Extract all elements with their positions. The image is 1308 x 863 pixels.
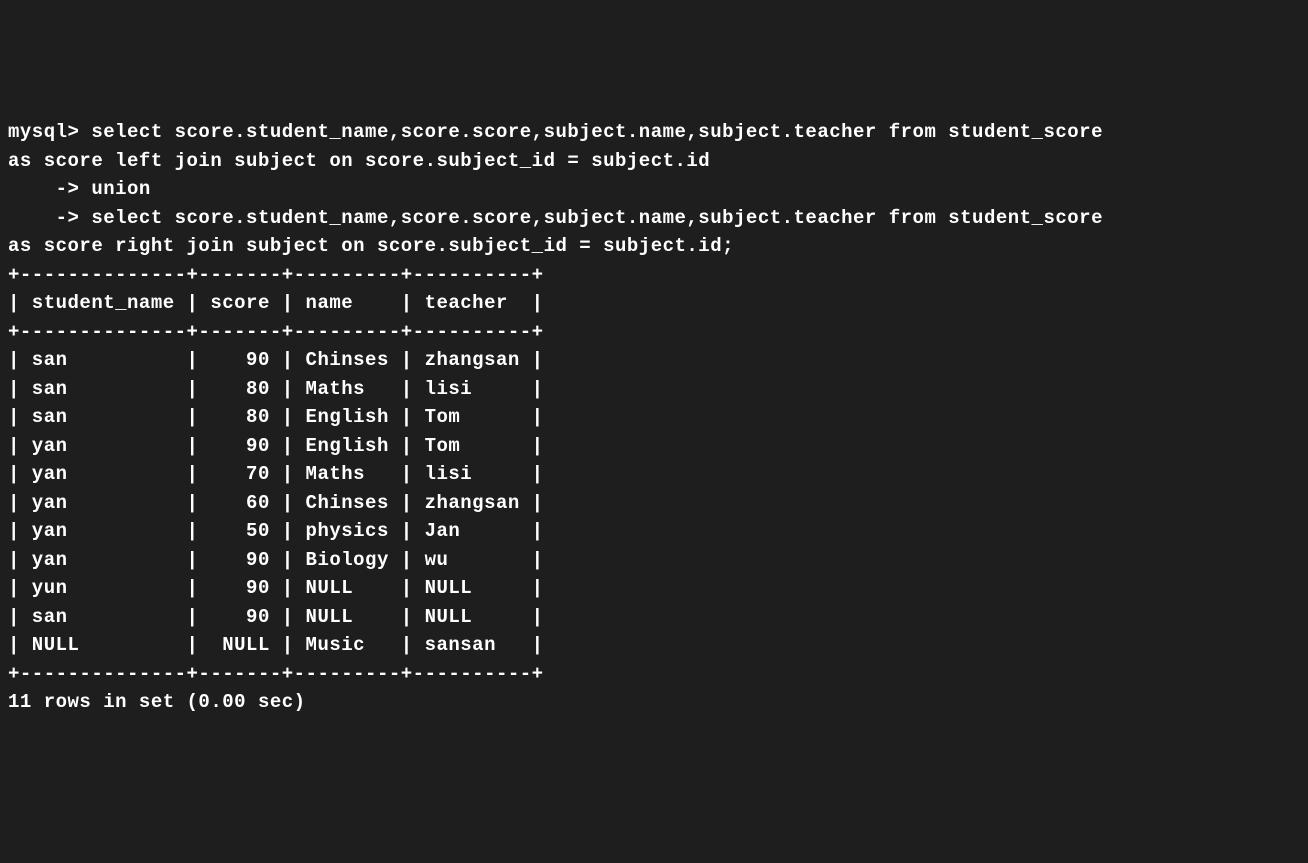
table-header: | student_name | score | name | teacher …: [8, 292, 544, 314]
query-line: -> union: [8, 178, 151, 200]
query-line: -> select score.student_name,score.score…: [8, 207, 1103, 229]
table-border: +--------------+-------+---------+------…: [8, 264, 544, 286]
query-line: as score right join subject on score.sub…: [8, 235, 734, 257]
query-line: mysql> select score.student_name,score.s…: [8, 121, 1103, 143]
table-border: +--------------+-------+---------+------…: [8, 321, 544, 343]
table-border: +--------------+-------+---------+------…: [8, 663, 544, 685]
terminal-output: mysql> select score.student_name,score.s…: [8, 118, 1300, 717]
table-body: | san | 90 | Chinses | zhangsan | | san …: [8, 349, 544, 656]
query-line: as score left join subject on score.subj…: [8, 150, 710, 172]
result-footer: 11 rows in set (0.00 sec): [8, 691, 306, 713]
